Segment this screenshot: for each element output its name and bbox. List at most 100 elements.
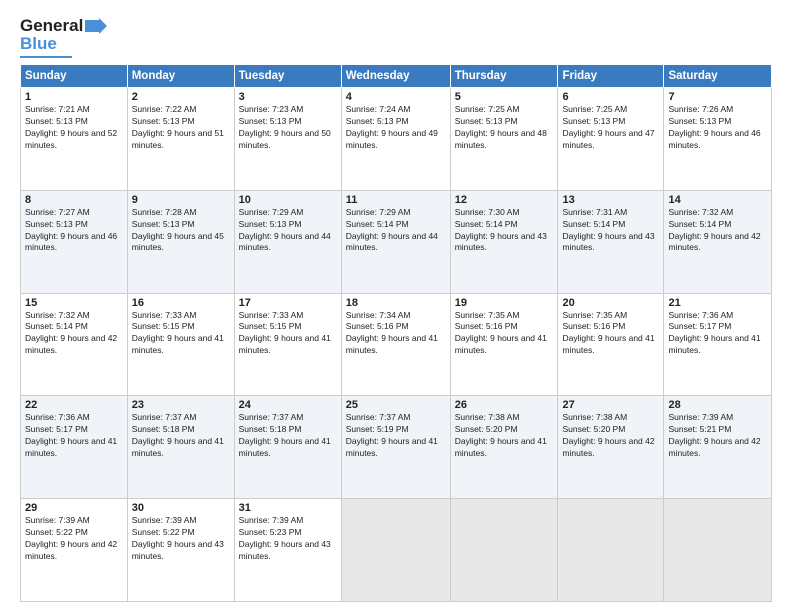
header-cell-sunday: Sunday [21, 65, 128, 88]
day-cell: 7Sunrise: 7:26 AMSunset: 5:13 PMDaylight… [664, 88, 772, 191]
day-info: Sunrise: 7:22 AMSunset: 5:13 PMDaylight:… [132, 104, 224, 150]
header-cell-tuesday: Tuesday [234, 65, 341, 88]
day-info: Sunrise: 7:37 AMSunset: 5:19 PMDaylight:… [346, 412, 438, 458]
day-info: Sunrise: 7:23 AMSunset: 5:13 PMDaylight:… [239, 104, 331, 150]
day-info: Sunrise: 7:35 AMSunset: 5:16 PMDaylight:… [562, 310, 654, 356]
day-cell: 16Sunrise: 7:33 AMSunset: 5:15 PMDayligh… [127, 293, 234, 396]
day-cell: 29Sunrise: 7:39 AMSunset: 5:22 PMDayligh… [21, 499, 128, 602]
day-info: Sunrise: 7:36 AMSunset: 5:17 PMDaylight:… [25, 412, 117, 458]
day-info: Sunrise: 7:37 AMSunset: 5:18 PMDaylight:… [239, 412, 331, 458]
day-cell: 27Sunrise: 7:38 AMSunset: 5:20 PMDayligh… [558, 396, 664, 499]
day-info: Sunrise: 7:39 AMSunset: 5:23 PMDaylight:… [239, 515, 331, 561]
day-cell: 6Sunrise: 7:25 AMSunset: 5:13 PMDaylight… [558, 88, 664, 191]
day-cell: 9Sunrise: 7:28 AMSunset: 5:13 PMDaylight… [127, 190, 234, 293]
day-info: Sunrise: 7:30 AMSunset: 5:14 PMDaylight:… [455, 207, 547, 253]
day-number: 16 [132, 297, 230, 309]
day-cell: 19Sunrise: 7:35 AMSunset: 5:16 PMDayligh… [450, 293, 558, 396]
day-number: 13 [562, 194, 659, 206]
day-number: 30 [132, 502, 230, 514]
day-info: Sunrise: 7:24 AMSunset: 5:13 PMDaylight:… [346, 104, 438, 150]
day-info: Sunrise: 7:29 AMSunset: 5:13 PMDaylight:… [239, 207, 331, 253]
week-row-4: 22Sunrise: 7:36 AMSunset: 5:17 PMDayligh… [21, 396, 772, 499]
day-info: Sunrise: 7:39 AMSunset: 5:21 PMDaylight:… [668, 412, 760, 458]
day-number: 17 [239, 297, 337, 309]
day-number: 27 [562, 399, 659, 411]
day-number: 25 [346, 399, 446, 411]
day-cell: 23Sunrise: 7:37 AMSunset: 5:18 PMDayligh… [127, 396, 234, 499]
day-number: 22 [25, 399, 123, 411]
header-row: SundayMondayTuesdayWednesdayThursdayFrid… [21, 65, 772, 88]
day-info: Sunrise: 7:33 AMSunset: 5:15 PMDaylight:… [132, 310, 224, 356]
logo-arrow-icon [85, 18, 107, 34]
day-number: 7 [668, 91, 767, 103]
day-number: 26 [455, 399, 554, 411]
week-row-3: 15Sunrise: 7:32 AMSunset: 5:14 PMDayligh… [21, 293, 772, 396]
day-cell: 1Sunrise: 7:21 AMSunset: 5:13 PMDaylight… [21, 88, 128, 191]
day-number: 24 [239, 399, 337, 411]
day-cell: 30Sunrise: 7:39 AMSunset: 5:22 PMDayligh… [127, 499, 234, 602]
day-number: 5 [455, 91, 554, 103]
day-info: Sunrise: 7:27 AMSunset: 5:13 PMDaylight:… [25, 207, 117, 253]
day-info: Sunrise: 7:25 AMSunset: 5:13 PMDaylight:… [455, 104, 547, 150]
header-cell-thursday: Thursday [450, 65, 558, 88]
day-cell: 4Sunrise: 7:24 AMSunset: 5:13 PMDaylight… [341, 88, 450, 191]
header-cell-saturday: Saturday [664, 65, 772, 88]
day-cell: 5Sunrise: 7:25 AMSunset: 5:13 PMDaylight… [450, 88, 558, 191]
logo: General Blue [20, 16, 107, 58]
header: General Blue [20, 16, 772, 58]
day-number: 1 [25, 91, 123, 103]
logo-underline [20, 56, 72, 58]
day-number: 11 [346, 194, 446, 206]
day-cell: 10Sunrise: 7:29 AMSunset: 5:13 PMDayligh… [234, 190, 341, 293]
day-cell: 31Sunrise: 7:39 AMSunset: 5:23 PMDayligh… [234, 499, 341, 602]
day-cell: 28Sunrise: 7:39 AMSunset: 5:21 PMDayligh… [664, 396, 772, 499]
day-number: 18 [346, 297, 446, 309]
day-number: 23 [132, 399, 230, 411]
day-cell [341, 499, 450, 602]
day-number: 28 [668, 399, 767, 411]
day-info: Sunrise: 7:38 AMSunset: 5:20 PMDaylight:… [562, 412, 654, 458]
day-info: Sunrise: 7:34 AMSunset: 5:16 PMDaylight:… [346, 310, 438, 356]
day-number: 21 [668, 297, 767, 309]
day-info: Sunrise: 7:29 AMSunset: 5:14 PMDaylight:… [346, 207, 438, 253]
day-info: Sunrise: 7:35 AMSunset: 5:16 PMDaylight:… [455, 310, 547, 356]
day-number: 9 [132, 194, 230, 206]
day-number: 8 [25, 194, 123, 206]
day-cell: 3Sunrise: 7:23 AMSunset: 5:13 PMDaylight… [234, 88, 341, 191]
day-number: 15 [25, 297, 123, 309]
day-cell [558, 499, 664, 602]
day-number: 29 [25, 502, 123, 514]
day-number: 20 [562, 297, 659, 309]
day-info: Sunrise: 7:32 AMSunset: 5:14 PMDaylight:… [25, 310, 117, 356]
day-info: Sunrise: 7:32 AMSunset: 5:14 PMDaylight:… [668, 207, 760, 253]
day-info: Sunrise: 7:36 AMSunset: 5:17 PMDaylight:… [668, 310, 760, 356]
day-cell: 15Sunrise: 7:32 AMSunset: 5:14 PMDayligh… [21, 293, 128, 396]
day-number: 12 [455, 194, 554, 206]
day-number: 6 [562, 91, 659, 103]
header-cell-wednesday: Wednesday [341, 65, 450, 88]
day-number: 4 [346, 91, 446, 103]
day-cell: 26Sunrise: 7:38 AMSunset: 5:20 PMDayligh… [450, 396, 558, 499]
day-info: Sunrise: 7:33 AMSunset: 5:15 PMDaylight:… [239, 310, 331, 356]
day-info: Sunrise: 7:39 AMSunset: 5:22 PMDaylight:… [25, 515, 117, 561]
day-cell: 21Sunrise: 7:36 AMSunset: 5:17 PMDayligh… [664, 293, 772, 396]
calendar: SundayMondayTuesdayWednesdayThursdayFrid… [20, 64, 772, 602]
day-number: 2 [132, 91, 230, 103]
day-cell: 13Sunrise: 7:31 AMSunset: 5:14 PMDayligh… [558, 190, 664, 293]
week-row-2: 8Sunrise: 7:27 AMSunset: 5:13 PMDaylight… [21, 190, 772, 293]
day-info: Sunrise: 7:21 AMSunset: 5:13 PMDaylight:… [25, 104, 117, 150]
day-info: Sunrise: 7:28 AMSunset: 5:13 PMDaylight:… [132, 207, 224, 253]
day-info: Sunrise: 7:37 AMSunset: 5:18 PMDaylight:… [132, 412, 224, 458]
calendar-body: 1Sunrise: 7:21 AMSunset: 5:13 PMDaylight… [21, 88, 772, 602]
week-row-1: 1Sunrise: 7:21 AMSunset: 5:13 PMDaylight… [21, 88, 772, 191]
day-number: 3 [239, 91, 337, 103]
day-cell: 17Sunrise: 7:33 AMSunset: 5:15 PMDayligh… [234, 293, 341, 396]
day-cell: 20Sunrise: 7:35 AMSunset: 5:16 PMDayligh… [558, 293, 664, 396]
week-row-5: 29Sunrise: 7:39 AMSunset: 5:22 PMDayligh… [21, 499, 772, 602]
header-cell-friday: Friday [558, 65, 664, 88]
day-cell: 14Sunrise: 7:32 AMSunset: 5:14 PMDayligh… [664, 190, 772, 293]
day-number: 31 [239, 502, 337, 514]
day-number: 19 [455, 297, 554, 309]
day-info: Sunrise: 7:39 AMSunset: 5:22 PMDaylight:… [132, 515, 224, 561]
day-cell: 2Sunrise: 7:22 AMSunset: 5:13 PMDaylight… [127, 88, 234, 191]
